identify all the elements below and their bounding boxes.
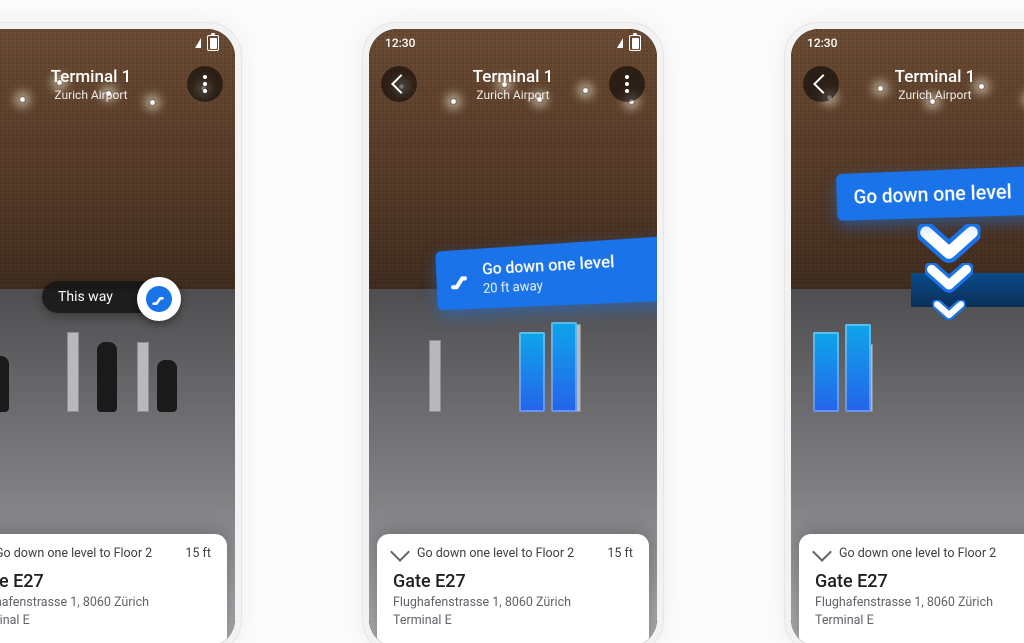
app-bar: Terminal 1 Zurich Airport: [791, 57, 1024, 111]
more-options-button[interactable]: [187, 66, 223, 102]
ar-instruction-title: Go down one level: [853, 177, 1024, 209]
bottom-sheet[interactable]: Go down one level to Floor 2 15 ft Gate …: [377, 534, 649, 643]
hint-text: Go down one level to Floor 2: [0, 546, 152, 561]
status-time: 12:30: [807, 36, 837, 50]
destination-address-line2: Terminal E: [0, 613, 30, 628]
phone-3-screen: 12:30 Terminal 1 Zurich Airport Go down …: [791, 29, 1024, 643]
destination-address-line2: Terminal E: [393, 613, 452, 628]
signal-icon: [195, 38, 201, 48]
chevron-down-icon: [925, 263, 973, 295]
back-button[interactable]: [381, 66, 417, 102]
phone-1: Terminal 1 Zurich Airport This way G: [0, 22, 242, 643]
destination-name: Gate E27: [0, 571, 211, 592]
next-step-hint: Go down one level to Floor 2 15 ft: [0, 546, 211, 561]
hint-text: Go down one level to Floor 2: [839, 546, 996, 561]
phone-3: 12:30 Terminal 1 Zurich Airport Go down …: [784, 22, 1024, 643]
signal-icon: [617, 38, 623, 48]
bottom-sheet[interactable]: Go down one level to Floor 2 15 ft Gate …: [799, 534, 1024, 643]
battery-icon: [629, 35, 641, 51]
location-title: Terminal 1: [0, 67, 187, 87]
down-arrow-icon: [812, 542, 832, 562]
hint-text: Go down one level to Floor 2: [417, 546, 574, 561]
app-bar: Terminal 1 Zurich Airport: [369, 57, 657, 111]
destination-address-line1: Flughafenstrasse 1, 8060 Zürich: [393, 595, 571, 610]
phone-2-screen: 12:30 Terminal 1 Zurich Airport Go dow: [369, 29, 657, 643]
destination-address-line1: Flughafenstrasse 1, 8060 Zürich: [0, 595, 149, 610]
phone-1-screen: Terminal 1 Zurich Airport This way G: [0, 29, 235, 643]
status-bar: [0, 29, 235, 57]
destination-name: Gate E27: [393, 571, 633, 592]
hint-distance: 15 ft: [607, 546, 633, 561]
destination-address-line2: Terminal E: [815, 613, 874, 628]
battery-icon: [207, 35, 219, 51]
escalator-icon: [448, 267, 472, 293]
ar-instruction-card: Go down one level: [836, 164, 1024, 221]
ar-direction-label: This way: [58, 289, 113, 305]
location-subtitle: Zurich Airport: [839, 88, 1024, 102]
more-options-button[interactable]: [609, 66, 645, 102]
chevron-down-icon: [918, 224, 981, 266]
location-subtitle: Zurich Airport: [417, 88, 609, 102]
phone-2: 12:30 Terminal 1 Zurich Airport Go dow: [362, 22, 664, 643]
next-step-hint: Go down one level to Floor 2 15 ft: [815, 546, 1024, 561]
bottom-sheet[interactable]: Go down one level to Floor 2 15 ft Gate …: [0, 534, 227, 643]
three-phone-mockup: Terminal 1 Zurich Airport This way G: [0, 0, 1024, 643]
location-title: Terminal 1: [417, 67, 609, 87]
location-subtitle: Zurich Airport: [0, 88, 187, 102]
compass-marker: [137, 277, 181, 321]
status-time: 12:30: [385, 36, 415, 50]
app-bar: Terminal 1 Zurich Airport: [0, 57, 235, 111]
back-button[interactable]: [803, 66, 839, 102]
ar-chevron-indicator: [919, 225, 979, 331]
hint-distance: 15 ft: [185, 546, 211, 561]
chevron-down-icon: [933, 300, 966, 322]
location-title: Terminal 1: [839, 67, 1024, 87]
next-step-hint: Go down one level to Floor 2 15 ft: [393, 546, 633, 561]
destination-name: Gate E27: [815, 571, 1024, 592]
escalator-icon: [146, 286, 172, 312]
destination-address-line1: Flughafenstrasse 1, 8060 Zürich: [815, 595, 993, 610]
down-arrow-icon: [390, 542, 410, 562]
status-bar: 12:30: [791, 29, 1024, 57]
status-bar: 12:30: [369, 29, 657, 57]
ar-direction-pill: This way: [42, 281, 163, 313]
